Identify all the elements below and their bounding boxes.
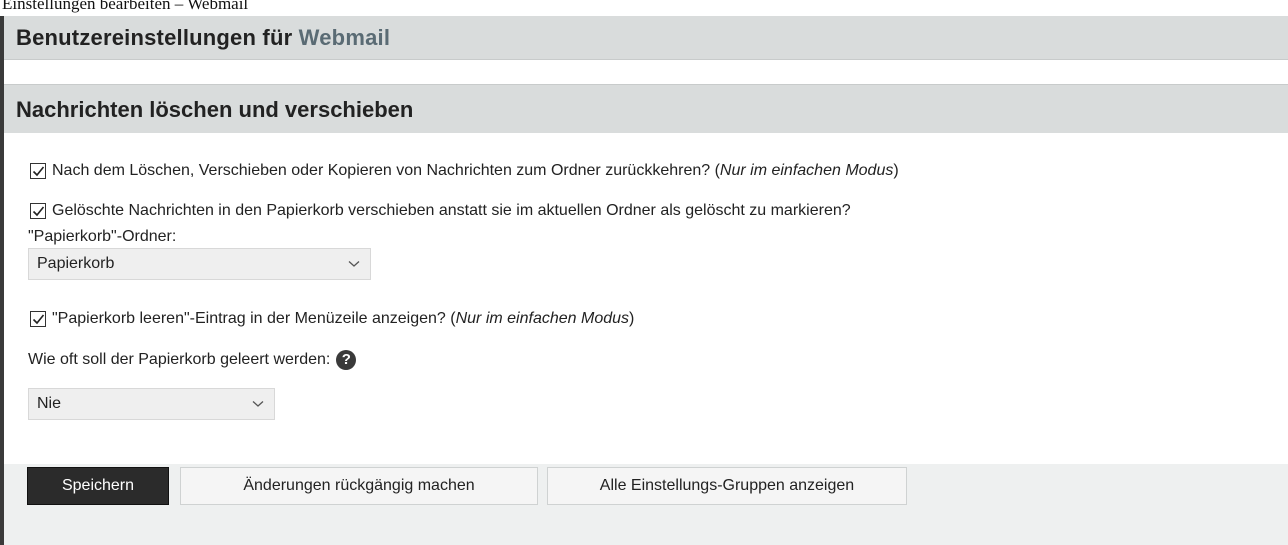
empty-trash-menu-label: "Papierkorb leeren"-Eintrag in der Menüz… <box>52 310 456 327</box>
purge-frequency-selected: Nie <box>37 395 62 412</box>
help-icon[interactable]: ? <box>336 350 357 370</box>
move-to-trash-label: Gelöschte Nachrichten in den Papierkorb … <box>52 202 851 219</box>
page-title-prefix: Benutzereinstellungen für <box>16 25 293 50</box>
trash-folder-select[interactable]: Papierkorb <box>28 248 371 280</box>
chevron-down-icon <box>348 261 360 267</box>
checkmark-icon <box>32 166 45 177</box>
empty-trash-menu-close: ) <box>629 310 635 327</box>
empty-trash-menu-note: Nur im einfachen Modus <box>455 310 630 327</box>
move-to-trash-checkbox[interactable] <box>30 203 46 219</box>
return-to-folder-label: Nach dem Löschen, Verschieben oder Kopie… <box>52 162 720 179</box>
page-header: Benutzereinstellungen für Webmail <box>4 16 1288 60</box>
return-to-folder-close: ) <box>893 162 899 179</box>
page-title-app: Webmail <box>298 25 391 50</box>
section-title: Nachrichten löschen und verschieben <box>16 97 414 122</box>
show-all-groups-button[interactable]: Alle Einstellungs-Gruppen anzeigen <box>547 467 907 505</box>
trash-folder-label: "Papierkorb"-Ordner: <box>28 228 177 245</box>
preferences-panel: Benutzereinstellungen für Webmail Nachri… <box>0 16 1288 545</box>
top-strip: Einstellungen bearbeiten – Webmail <box>0 0 1288 16</box>
chevron-down-icon <box>252 401 264 407</box>
option-empty-trash-menu[interactable]: "Papierkorb leeren"-Eintrag in der Menüz… <box>30 310 634 328</box>
purge-frequency-select[interactable]: Nie <box>28 388 275 420</box>
page-title: Benutzereinstellungen für Webmail <box>16 25 390 51</box>
empty-trash-menu-checkbox[interactable] <box>30 311 46 327</box>
undo-changes-button[interactable]: Änderungen rückgängig machen <box>180 467 538 505</box>
option-move-to-trash[interactable]: Gelöschte Nachrichten in den Papierkorb … <box>30 202 851 220</box>
option-return-to-folder[interactable]: Nach dem Löschen, Verschieben oder Kopie… <box>30 162 899 180</box>
trash-folder-selected: Papierkorb <box>37 255 115 272</box>
save-button[interactable]: Speichern <box>27 467 169 505</box>
checkmark-icon <box>32 206 45 217</box>
section-header: Nachrichten löschen und verschieben <box>4 84 1288 133</box>
checkmark-icon <box>32 314 45 325</box>
purge-frequency-label: Wie oft soll der Papierkorb geleert werd… <box>28 351 331 368</box>
purge-frequency-row: Wie oft soll der Papierkorb geleert werd… <box>28 350 357 370</box>
return-to-folder-checkbox[interactable] <box>30 163 46 179</box>
cut-off-title: Einstellungen bearbeiten – Webmail <box>2 0 249 13</box>
return-to-folder-note: Nur im einfachen Modus <box>719 162 894 179</box>
